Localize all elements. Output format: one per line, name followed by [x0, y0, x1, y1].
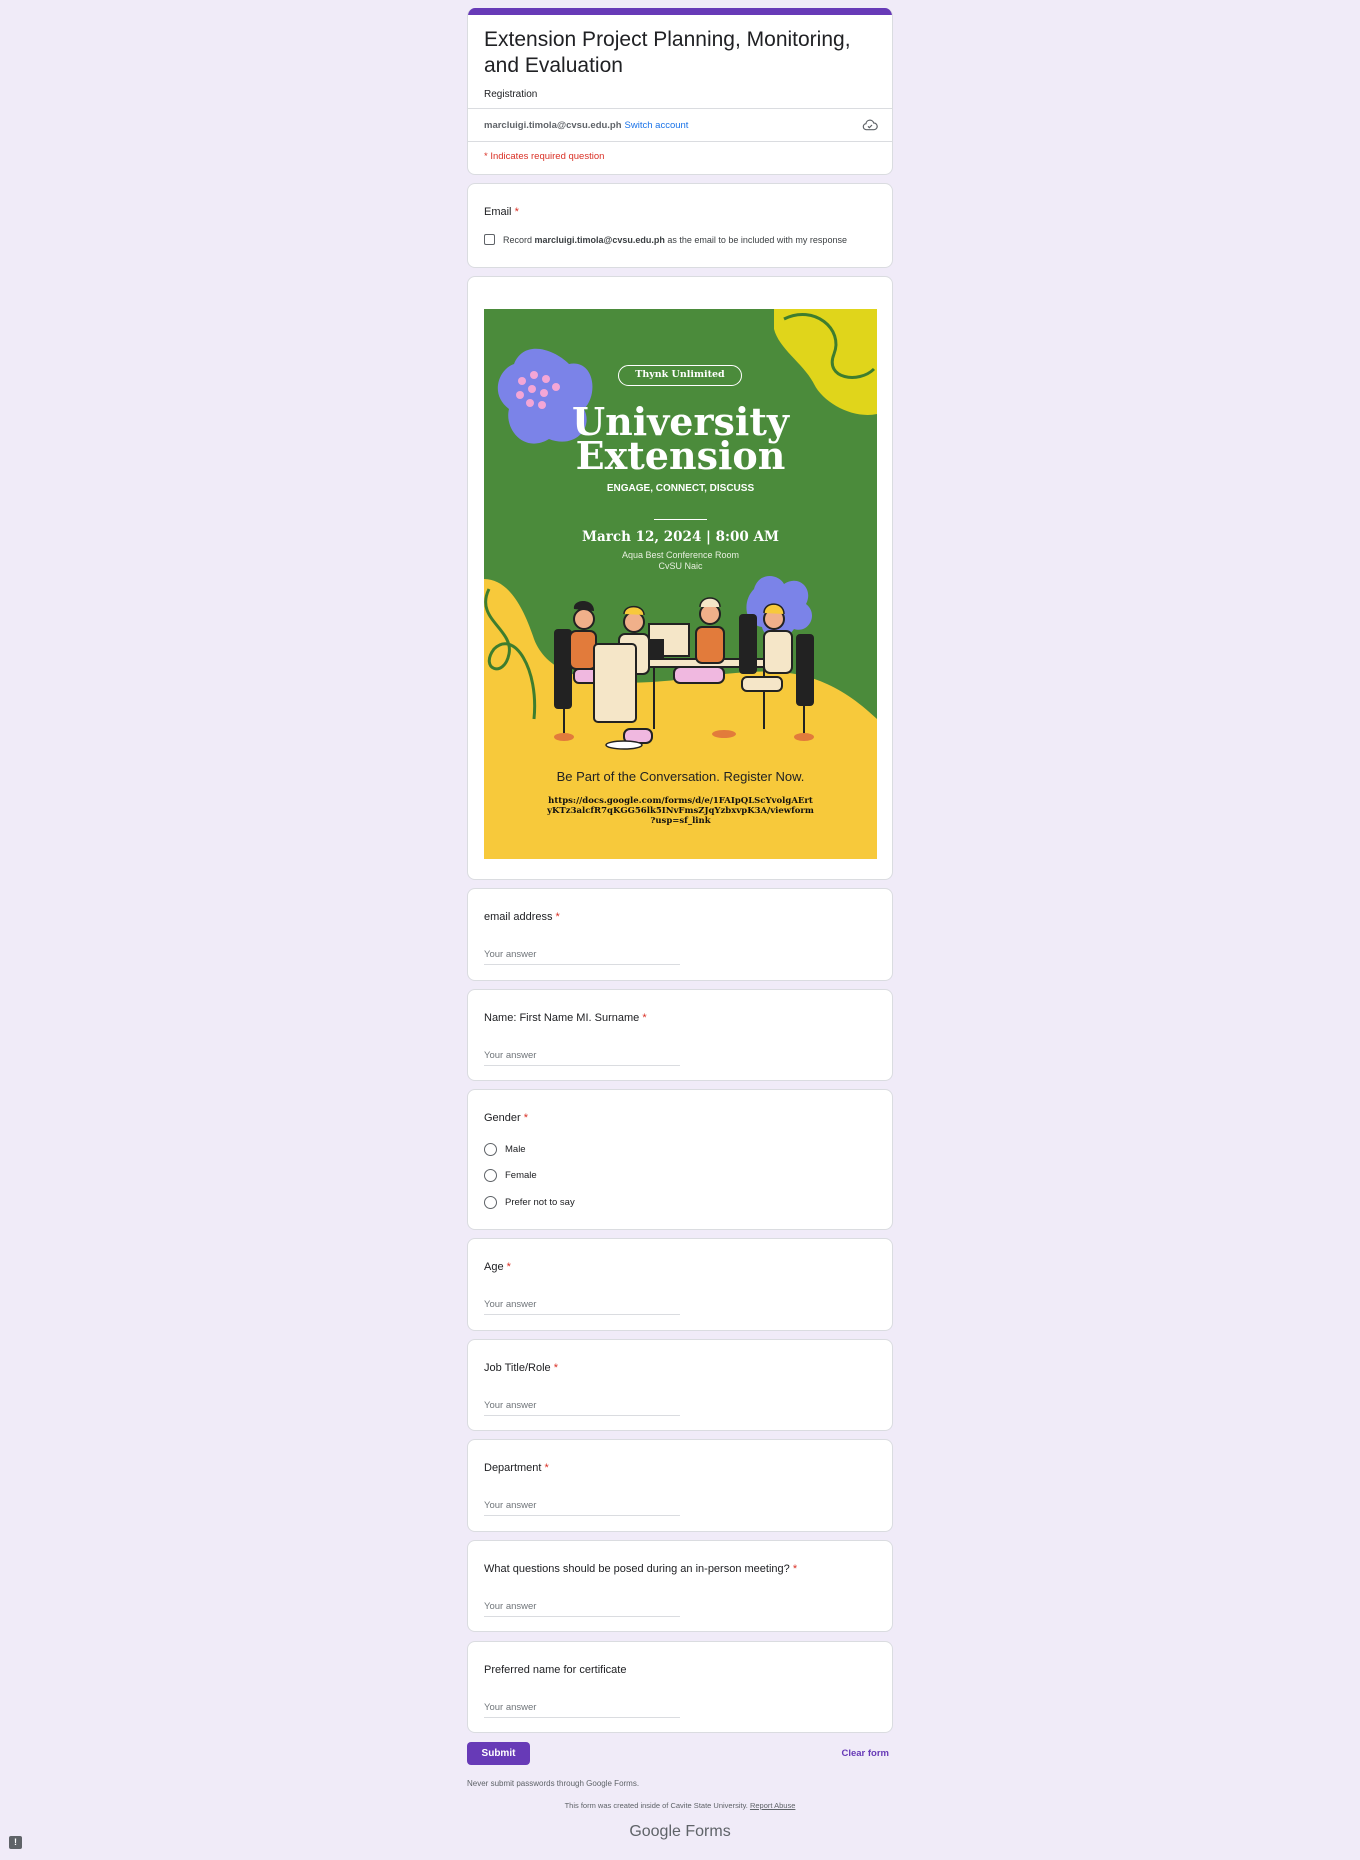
- question-title: What questions should be posed during an…: [484, 1563, 876, 1575]
- checkbox-prefix: Record: [503, 234, 533, 245]
- poster-link-line1: https://docs.google.com/forms/d/e/1FAIpQ…: [548, 796, 813, 806]
- question-label: Preferred name for certificate: [484, 1664, 627, 1676]
- form-header-card: Extension Project Planning, Monitoring, …: [467, 8, 893, 175]
- submit-button[interactable]: Submit: [467, 1742, 530, 1765]
- question-label: What questions should be posed during an…: [484, 1563, 790, 1575]
- form-description: Registration: [484, 89, 538, 100]
- name-input[interactable]: [484, 1050, 680, 1066]
- checkbox-suffix: as the email to be included with my resp…: [667, 234, 847, 245]
- poster-cta: Be Part of the Conversation. Register No…: [556, 769, 805, 784]
- email-question-card: Email * Record marcluigi.timola@cvsu.edu…: [467, 183, 893, 268]
- brand-google: Google: [629, 1823, 681, 1840]
- question-card-meeting-questions: What questions should be posed during an…: [467, 1540, 893, 1632]
- option-label: Female: [505, 1170, 537, 1182]
- clear-form-button[interactable]: Clear form: [841, 1748, 889, 1759]
- question-title: Email *: [484, 206, 876, 218]
- question-card-email-address: email address *: [467, 888, 893, 981]
- question-card-age: Age *: [467, 1238, 893, 1331]
- required-star: *: [514, 206, 519, 218]
- gender-option-prefer-not[interactable]: Prefer not to say: [484, 1189, 876, 1216]
- poster-card: Thynk Unlimited University Extension ENG…: [467, 276, 893, 880]
- question-title: Preferred name for certificate: [484, 1664, 876, 1676]
- poster-venue: Aqua Best Conference Room CvSU Naic: [484, 550, 877, 572]
- form-title: Extension Project Planning, Monitoring, …: [484, 28, 851, 77]
- feedback-icon[interactable]: !: [9, 1836, 22, 1849]
- question-title: email address *: [484, 911, 876, 923]
- poster-link-line2: yKTz3alcfR7qKGG56lk5INvFmsZJqYzbxvpK3A/v…: [547, 806, 814, 816]
- poster-title-line2: Extension: [575, 433, 786, 478]
- footer-created: This form was created inside of Cavite S…: [564, 1801, 748, 1810]
- option-label: Prefer not to say: [505, 1196, 575, 1208]
- question-title: Age *: [484, 1261, 876, 1273]
- required-star: *: [544, 1462, 549, 1474]
- question-card-gender: Gender * Male Female Prefer not to say: [467, 1089, 893, 1230]
- question-card-department: Department *: [467, 1439, 893, 1532]
- record-email-option[interactable]: Record marcluigi.timola@cvsu.edu.ph as t…: [484, 234, 876, 245]
- account-email: marcluigi.timola@cvsu.edu.ph: [484, 119, 622, 131]
- brand-forms: Forms: [685, 1823, 731, 1840]
- question-card-name: Name: First Name MI. Surname *: [467, 989, 893, 1081]
- report-abuse-link[interactable]: Report Abuse: [750, 1801, 795, 1810]
- required-star: *: [642, 1012, 647, 1024]
- gender-option-female[interactable]: Female: [484, 1163, 876, 1190]
- question-label: email address: [484, 911, 553, 923]
- question-title: Name: First Name MI. Surname *: [484, 1012, 876, 1024]
- certificate-name-input[interactable]: [484, 1702, 680, 1718]
- google-forms-logo[interactable]: Google Forms: [467, 1823, 893, 1841]
- required-star: *: [792, 1563, 798, 1575]
- poster-venue-line1: Aqua Best Conference Room: [621, 550, 740, 560]
- required-star: *: [523, 1112, 529, 1124]
- checkbox-email: marcluigi.timola@cvsu.edu.ph: [534, 234, 665, 245]
- password-note: Never submit passwords through Google Fo…: [467, 1779, 640, 1788]
- question-title: Department *: [484, 1462, 876, 1474]
- required-note: * Indicates required question: [484, 151, 605, 162]
- question-label: Email: [484, 206, 512, 218]
- email-address-input[interactable]: [484, 949, 680, 965]
- required-star: *: [506, 1261, 511, 1273]
- option-label: Male: [505, 1143, 526, 1155]
- question-card-certificate-name: Preferred name for certificate: [467, 1641, 893, 1733]
- required-star: *: [553, 1362, 558, 1374]
- question-label: Name: First Name MI. Surname: [484, 1012, 640, 1024]
- question-label: Gender: [484, 1112, 521, 1124]
- department-input[interactable]: [484, 1500, 680, 1516]
- cloud-save-icon: [862, 119, 878, 131]
- radio-button[interactable]: [484, 1195, 497, 1209]
- required-star: *: [555, 911, 560, 923]
- gender-option-male[interactable]: Male: [484, 1136, 876, 1163]
- job-title-input[interactable]: [484, 1400, 680, 1416]
- poster-tagline: ENGAGE, CONNECT, DISCUSS: [606, 483, 755, 494]
- poster-venue-line2: CvSU Naic: [658, 561, 703, 571]
- question-title: Job Title/Role *: [484, 1362, 876, 1374]
- radio-button[interactable]: [484, 1142, 497, 1156]
- poster-badge: Thynk Unlimited: [618, 365, 742, 386]
- footer-text: This form was created inside of Cavite S…: [467, 1801, 893, 1810]
- question-title: Gender *: [484, 1112, 876, 1124]
- gender-options: Male Female Prefer not to say: [468, 1136, 892, 1216]
- account-row: marcluigi.timola@cvsu.edu.ph Switch acco…: [468, 108, 892, 142]
- event-poster-image: Thynk Unlimited University Extension ENG…: [484, 309, 877, 859]
- poster-divider: [654, 519, 707, 520]
- question-card-job-title: Job Title/Role *: [467, 1339, 893, 1431]
- radio-button[interactable]: [484, 1169, 497, 1183]
- question-label: Department: [484, 1462, 542, 1474]
- question-label: Job Title/Role: [484, 1362, 551, 1374]
- record-email-checkbox[interactable]: [484, 234, 495, 245]
- poster-link-line3: ?usp=sf_link: [650, 816, 711, 826]
- switch-account-link[interactable]: Switch account: [625, 120, 689, 131]
- meeting-questions-input[interactable]: [484, 1601, 680, 1617]
- question-label: Age: [484, 1261, 504, 1273]
- age-input[interactable]: [484, 1299, 680, 1315]
- poster-datetime: March 12, 2024 | 8:00 AM: [582, 529, 779, 545]
- poster-link: https://docs.google.com/forms/d/e/1FAIpQ…: [484, 796, 877, 826]
- header-accent-bar: [468, 8, 892, 15]
- poster-title: University Extension: [484, 403, 877, 478]
